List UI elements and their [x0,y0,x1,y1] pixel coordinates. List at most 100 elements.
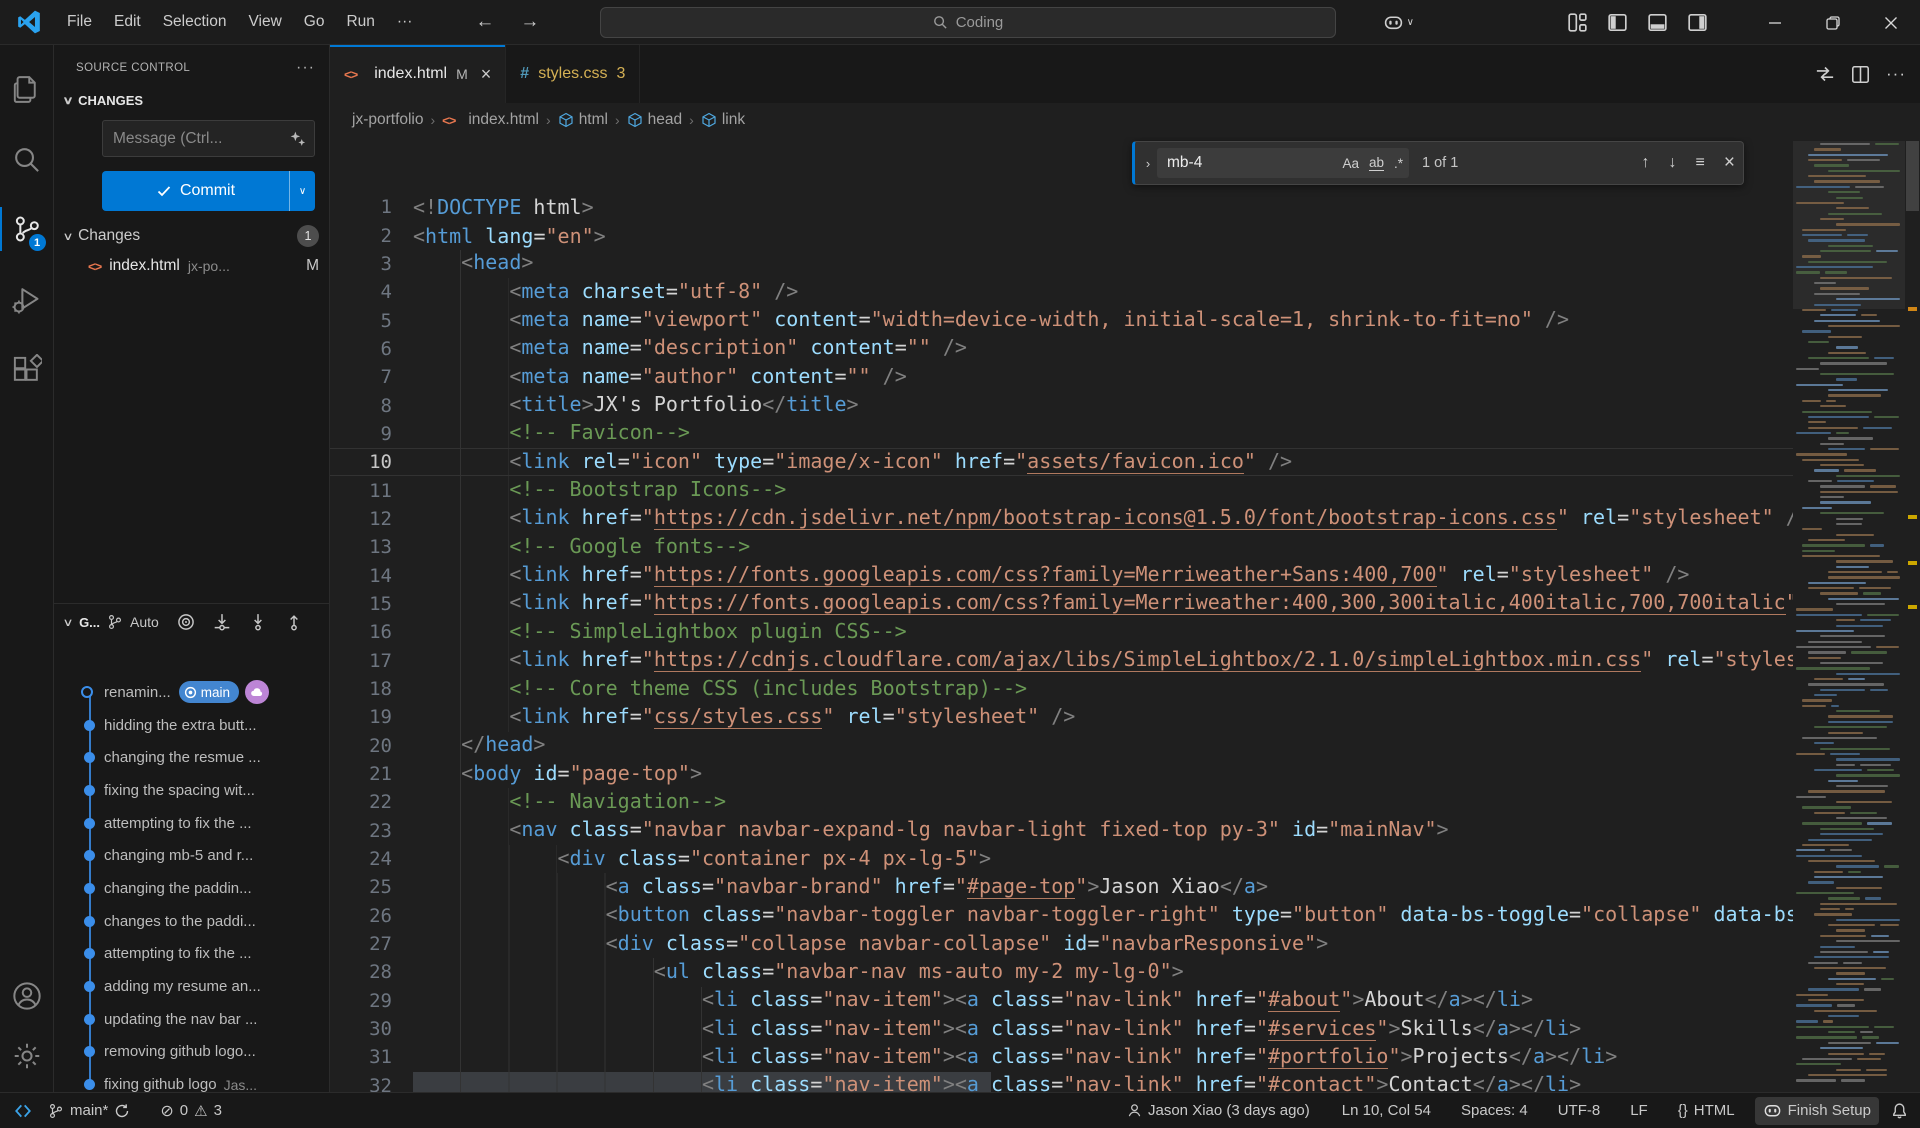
window-restore-button[interactable] [1804,0,1862,45]
code-line[interactable]: 29<li class="nav-item"><a class="nav-lin… [330,987,1920,1015]
commit-item[interactable]: adding my resume an... [54,970,329,1003]
regex-icon[interactable]: .* [1394,156,1403,171]
code-line[interactable]: 10<link rel="icon" type="image/x-icon" h… [330,448,1920,476]
window-close-button[interactable] [1862,0,1920,45]
close-find-icon[interactable]: × [1724,152,1735,174]
breadcrumb-folder[interactable]: jx-portfolio [352,111,424,129]
code-line[interactable]: 4<meta charset="utf-8" /> [330,278,1920,306]
commit-item[interactable]: changes to the paddi... [54,905,329,938]
breadcrumb-symbol-head[interactable]: head [627,111,682,129]
code-line[interactable]: 21<body id="page-top"> [330,760,1920,788]
toggle-sidebar-icon[interactable] [1602,8,1632,38]
match-case-icon[interactable]: Aa [1342,156,1359,171]
menu-more[interactable]: ··· [386,7,424,37]
commit-dropdown-button[interactable]: ∨ [289,171,315,211]
split-editor-icon[interactable] [1851,65,1870,84]
chevron-down-icon[interactable]: ∨ [62,616,73,629]
commit-item[interactable]: hidding the extra butt... [54,709,329,742]
menu-go[interactable]: Go [293,7,336,37]
commit-message-input[interactable]: Message (Ctrl... [102,120,315,157]
source-control-view-icon[interactable]: 1 [0,199,54,259]
commit-item[interactable]: attempting to fix the ... [54,938,329,971]
code-line[interactable]: 30<li class="nav-item"><a class="nav-lin… [330,1015,1920,1043]
find-next-icon[interactable]: ↓ [1669,154,1677,172]
notifications-bell[interactable] [1883,1097,1910,1125]
find-previous-icon[interactable]: ↑ [1642,154,1650,172]
run-debug-icon[interactable] [0,269,54,329]
encoding[interactable]: UTF-8 [1550,1097,1609,1125]
code-line[interactable]: 16<!-- SimpleLightbox plugin CSS--> [330,618,1920,646]
commit-item[interactable]: attempting to fix the ... [54,807,329,840]
commit-item[interactable]: fixing github logoJas... [54,1068,329,1092]
commit-item[interactable]: updating the nav bar ... [54,1003,329,1036]
code-line[interactable]: 32<li class="nav-item"><a class="nav-lin… [330,1072,1920,1092]
blame-author[interactable]: Jason Xiao (3 days ago) [1119,1097,1318,1125]
code-line[interactable]: 23<nav class="navbar navbar-expand-lg na… [330,817,1920,845]
open-changes-icon[interactable] [1815,64,1835,84]
code-line[interactable]: 3<head> [330,250,1920,278]
remote-indicator[interactable] [6,1097,40,1125]
whole-word-icon[interactable]: ab [1369,155,1384,171]
sparkle-icon[interactable] [289,130,306,147]
copilot-finish-setup[interactable]: Finish Setup [1755,1097,1879,1125]
language-mode[interactable]: {} HTML [1670,1097,1743,1125]
commit-item[interactable]: changing mb-5 and r... [54,839,329,872]
code-line[interactable]: 18<!-- Core theme CSS (includes Bootstra… [330,675,1920,703]
code-line[interactable]: 6<meta name="description" content="" /> [330,335,1920,363]
code-line[interactable]: 26<button class="navbar-toggler navbar-t… [330,902,1920,930]
code-editor[interactable]: 1<!DOCTYPE html>2<html lang="en">3<head>… [330,137,1920,1092]
explorer-icon[interactable] [0,59,54,119]
search-view-icon[interactable] [0,129,54,189]
code-line[interactable]: 8<title>JX's Portfolio</title> [330,391,1920,419]
close-tab-icon[interactable]: × [481,64,492,85]
code-line[interactable]: 7<meta name="author" content="" /> [330,363,1920,391]
cursor-position[interactable]: Ln 10, Col 54 [1334,1097,1439,1125]
tab-styles-css[interactable]: # styles.css 3 [506,45,640,103]
changes-tree-header[interactable]: ∨ Changes 1 [64,225,319,247]
commit-item[interactable]: removing github logo... [54,1036,329,1069]
find-in-selection-icon[interactable]: ≡ [1696,154,1705,172]
menu-edit[interactable]: Edit [103,7,152,37]
commit-item[interactable]: changing the resmue ... [54,741,329,774]
code-line[interactable]: 31<li class="nav-item"><a class="nav-lin… [330,1043,1920,1071]
more-actions-icon[interactable]: ··· [1886,64,1906,84]
toggle-panel-icon[interactable] [1642,8,1672,38]
settings-gear-icon[interactable] [0,1026,54,1086]
extensions-icon[interactable] [0,339,54,399]
eol-sequence[interactable]: LF [1622,1097,1656,1125]
code-line[interactable]: 28<ul class="navbar-nav ms-auto my-2 my-… [330,958,1920,986]
tab-index-html[interactable]: <> index.html M × [330,45,506,103]
command-center-search[interactable]: Coding [600,7,1336,38]
indentation[interactable]: Spaces: 4 [1453,1097,1536,1125]
history-forward-icon[interactable]: → [520,11,539,33]
code-line[interactable]: 27<div class="collapse navbar-collapse" … [330,930,1920,958]
minimap[interactable] [1793,137,1905,1092]
breadcrumb-symbol-link[interactable]: link [701,111,745,129]
code-line[interactable]: 9<!-- Favicon--> [330,420,1920,448]
code-line[interactable]: 22<!-- Navigation--> [330,788,1920,816]
window-minimize-button[interactable] [1746,0,1804,45]
code-line[interactable]: 25<a class="navbar-brand" href="#page-to… [330,873,1920,901]
pull-icon[interactable] [249,613,267,631]
code-line[interactable]: 5<meta name="viewport" content="width=de… [330,306,1920,334]
code-line[interactable]: 11<!-- Bootstrap Icons--> [330,476,1920,504]
code-line[interactable]: 1<!DOCTYPE html> [330,193,1920,221]
copilot-menu[interactable]: ∨ [1383,12,1414,33]
overview-ruler[interactable] [1905,137,1920,1092]
target-icon[interactable] [177,613,195,631]
branch-status[interactable]: main* [40,1097,138,1125]
accounts-icon[interactable] [0,966,54,1026]
commit-item[interactable]: renamin...main [54,676,329,709]
code-line[interactable]: 17<link href="https://cdnjs.cloudflare.c… [330,647,1920,675]
toggle-replace-icon[interactable]: › [1139,156,1157,171]
commit-button[interactable]: Commit ∨ [102,171,315,211]
code-line[interactable]: 20</head> [330,732,1920,760]
fetch-icon[interactable] [213,613,231,631]
toggle-secondary-sidebar-icon[interactable] [1682,8,1712,38]
menu-view[interactable]: View [237,7,292,37]
changes-section-header[interactable]: ∨ CHANGES [64,93,329,108]
menu-selection[interactable]: Selection [152,7,238,37]
code-line[interactable]: 13<!-- Google fonts--> [330,533,1920,561]
breadcrumb-symbol-html[interactable]: html [558,111,608,129]
commit-item[interactable]: fixing the spacing wit... [54,774,329,807]
